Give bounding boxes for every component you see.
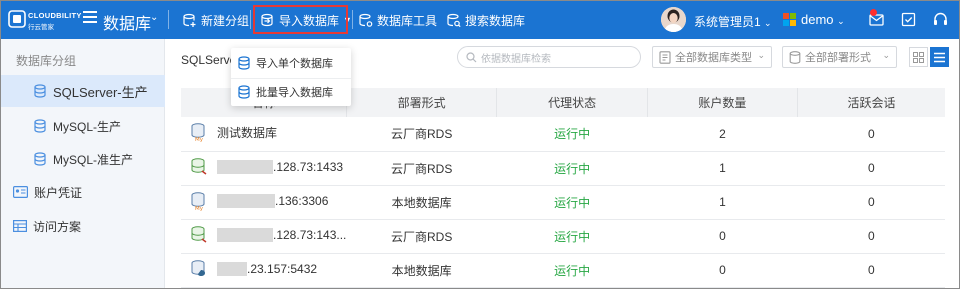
window-border <box>0 0 960 289</box>
